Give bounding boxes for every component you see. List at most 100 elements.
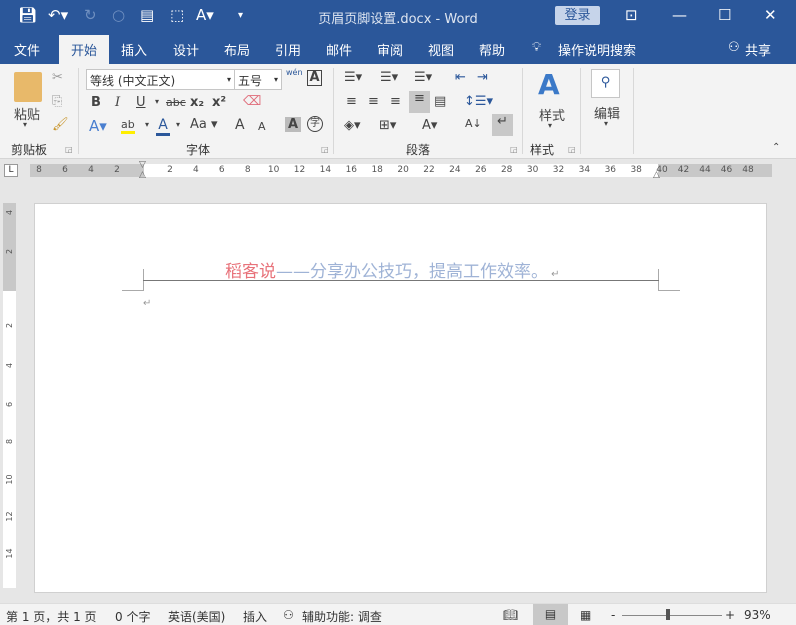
tab-selector-icon[interactable]: L (4, 164, 18, 177)
accessibility-status[interactable]: 辅助功能: 调查 (302, 608, 382, 625)
shrink-font-button[interactable]: A (258, 120, 266, 133)
grow-font-button[interactable]: A (235, 117, 245, 133)
clipboard-launcher-icon[interactable]: ◲ (65, 145, 73, 154)
read-mode-icon[interactable]: 📖︎ (503, 608, 518, 622)
decrease-indent-icon[interactable]: ⇤ (455, 70, 466, 85)
ruler-number: 4 (88, 165, 94, 175)
share-icon[interactable]: ⚇ (728, 40, 740, 55)
tab-home[interactable]: 开始 (59, 35, 110, 64)
highlight-icon[interactable]: ab (121, 118, 135, 134)
collapse-ribbon-icon[interactable]: ⌃ (772, 142, 780, 153)
accessibility-icon: ⚇ (283, 608, 294, 622)
ruler-number: 6 (62, 165, 68, 175)
clear-formatting-icon[interactable]: ⌫ (243, 94, 261, 109)
header-slogan: ——分享办公技巧，提高工作效率。 (276, 262, 548, 282)
align-center-icon[interactable]: ≡ (368, 94, 379, 109)
zoom-out-button[interactable]: - (611, 608, 615, 622)
font-size-select[interactable]: 五号 ▾ (234, 69, 282, 90)
tab-design[interactable]: 设计 (173, 40, 199, 59)
enclose-char-icon[interactable]: 字 (307, 116, 323, 132)
subscript-button[interactable]: x₂ (190, 95, 204, 110)
zoom-level[interactable]: 93% (744, 608, 771, 622)
find-icon[interactable]: ⚲ (591, 69, 620, 98)
zoom-in-button[interactable]: + (725, 608, 735, 622)
ruler-number: 44 (699, 165, 711, 175)
ruler-number: 12 (293, 165, 306, 175)
insert-mode[interactable]: 插入 (243, 608, 267, 625)
close-button[interactable]: ✕ (764, 6, 777, 24)
zoom-slider-thumb[interactable] (666, 609, 671, 620)
text-effects-icon[interactable]: A▾ (89, 117, 107, 135)
format-painter-icon[interactable]: 🖌︎ (52, 117, 69, 132)
font-name-select[interactable]: 等线 (中文正文) ▾ (86, 69, 235, 90)
right-indent-marker[interactable]: △ (653, 170, 660, 180)
show-marks-icon[interactable]: ↵ (492, 114, 513, 136)
shading-icon[interactable]: ◈▾ (344, 118, 361, 133)
ruler-number: 2 (114, 165, 120, 175)
underline-button[interactable]: U (136, 95, 146, 110)
italic-button[interactable]: I (115, 95, 120, 110)
tab-help[interactable]: 帮助 (479, 40, 505, 59)
justify-icon[interactable]: ≡ (409, 91, 430, 113)
change-case-button[interactable]: Aa ▾ (190, 117, 218, 132)
align-right-icon[interactable]: ≡ (390, 94, 401, 109)
tell-me-search[interactable]: 操作说明搜索 (558, 40, 636, 59)
tab-insert[interactable]: 插入 (121, 40, 147, 59)
ruler-number: 16 (345, 165, 358, 175)
ribbon: 粘贴 ▾ ✂ ⎘ 🖌︎ 剪贴板 ◲ 等线 (中文正文) ▾ 五号 ▾ wén A B… (0, 64, 796, 159)
paste-icon[interactable] (14, 72, 42, 102)
superscript-button[interactable]: x² (212, 95, 226, 110)
minimize-button[interactable]: — (672, 6, 687, 24)
share-button[interactable]: 共享 (745, 40, 771, 59)
strikethrough-button[interactable]: abc (166, 96, 186, 109)
cut-icon[interactable]: ✂ (52, 70, 63, 85)
login-button[interactable]: 登录 (555, 6, 600, 25)
bold-button[interactable]: B (91, 95, 101, 110)
paragraph-launcher-icon[interactable]: ◲ (510, 145, 518, 154)
word-count[interactable]: 0 个字 (115, 608, 150, 625)
header-text[interactable]: 稻客说——分享办公技巧，提高工作效率。 ↵ (225, 257, 560, 282)
tab-review[interactable]: 审阅 (377, 40, 403, 59)
web-layout-icon[interactable]: ▦ (580, 608, 591, 622)
styles-icon[interactable]: A (538, 68, 560, 101)
phonetic-guide-icon[interactable]: wén (286, 68, 303, 77)
maximize-button[interactable]: ☐ (718, 6, 731, 24)
line-spacing-icon[interactable]: ↕☰▾ (464, 94, 493, 109)
zoom-slider[interactable] (622, 615, 722, 616)
sort-icon[interactable]: A↓ (465, 117, 482, 130)
underline-dropdown-icon[interactable]: ▾ (155, 97, 159, 106)
paste-dropdown-icon[interactable]: ▾ (23, 120, 27, 129)
char-shading-icon[interactable]: A (285, 117, 301, 132)
styles-dropdown-icon[interactable]: ▾ (548, 121, 552, 130)
print-layout-icon[interactable]: ▤ (533, 604, 568, 625)
editing-dropdown-icon[interactable]: ▾ (604, 119, 608, 128)
numbering-icon[interactable]: ☰▾ (380, 70, 398, 85)
paragraph-mark: ↵ (143, 298, 152, 309)
copy-icon[interactable]: ⎘ (52, 94, 62, 109)
tab-references[interactable]: 引用 (275, 40, 301, 59)
font-launcher-icon[interactable]: ◲ (321, 145, 329, 154)
vertical-ruler-number: 2 (5, 322, 14, 329)
borders-icon[interactable]: ⊞▾ (379, 118, 396, 133)
char-border-icon[interactable]: A (307, 70, 322, 86)
language[interactable]: 英语(美国) (168, 608, 225, 625)
highlight-dropdown-icon[interactable]: ▾ (145, 120, 149, 129)
tab-mailings[interactable]: 邮件 (326, 40, 352, 59)
increase-indent-icon[interactable]: ⇥ (477, 70, 488, 85)
asian-layout-icon[interactable]: A▾ (422, 118, 437, 133)
first-line-indent-marker[interactable]: ▽ (139, 160, 146, 170)
font-color-dropdown-icon[interactable]: ▾ (176, 120, 180, 129)
tab-view[interactable]: 视图 (428, 40, 454, 59)
multilevel-list-icon[interactable]: ☰▾ (414, 70, 432, 85)
styles-launcher-icon[interactable]: ◲ (568, 145, 576, 154)
page-count[interactable]: 第 1 页，共 1 页 (6, 608, 97, 625)
align-left-icon[interactable]: ≡ (346, 94, 357, 109)
distributed-icon[interactable]: ▤ (434, 94, 446, 109)
tab-file[interactable]: 文件 (14, 40, 40, 59)
tab-layout[interactable]: 布局 (224, 40, 250, 59)
bullets-icon[interactable]: ☰▾ (344, 70, 362, 85)
ribbon-display-icon[interactable]: ⊡ (625, 6, 638, 24)
left-indent-marker[interactable]: △ (139, 170, 146, 180)
font-color-icon[interactable]: A (156, 117, 170, 136)
vertical-ruler-number: 8 (5, 438, 14, 445)
